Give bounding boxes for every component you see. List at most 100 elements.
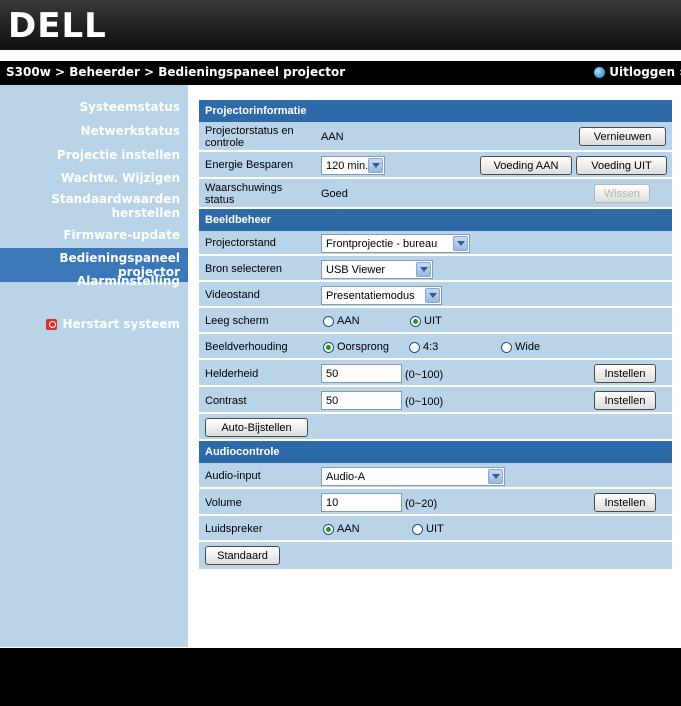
radio-dot: [323, 315, 334, 327]
sidebar-item-projection-setup[interactable]: Projectie instellen: [57, 148, 180, 162]
footer-bar: [0, 648, 681, 706]
video-mode-value: Presentatiemodus: [326, 289, 415, 302]
brightness-input[interactable]: 50: [321, 364, 402, 383]
refresh-button[interactable]: Vernieuwen: [579, 127, 666, 146]
aspect-43-label: 4:3: [423, 341, 439, 353]
video-mode-select[interactable]: Presentatiemodus: [321, 286, 442, 305]
aspect-wide-label: Wide: [515, 341, 541, 353]
sidebar-item-system-status[interactable]: Systeemstatus: [79, 100, 180, 114]
radio-dot: [323, 523, 334, 535]
status-label: Projectorstatus en controle: [205, 125, 294, 149]
radio-dot: [501, 341, 512, 353]
power-off-button[interactable]: Voeding UIT: [576, 156, 667, 175]
projector-mode-value: Frontprojectie - bureau: [326, 237, 438, 250]
sidebar-item-restore-defaults[interactable]: Standaardwaarden herstellen: [40, 192, 180, 220]
logout-link[interactable]: Uitloggen »: [594, 65, 681, 79]
source-label: Bron selecteren: [205, 263, 283, 275]
dell-logo: DELL: [8, 6, 107, 46]
speaker-on-label: AAN: [337, 523, 360, 535]
aspect-original-radio[interactable]: Oorsprong: [323, 341, 389, 353]
chevron-down-icon: [368, 158, 383, 173]
logout-label: Uitloggen »: [609, 65, 681, 79]
header-banner: DELL: [0, 0, 681, 50]
brightness-set-button[interactable]: Instellen: [594, 364, 656, 383]
radio-dot: [412, 523, 423, 535]
restart-label: Herstart systeem: [62, 317, 180, 331]
projector-mode-label: Projectorstand: [205, 237, 276, 249]
clear-button[interactable]: Wissen: [594, 184, 650, 203]
speaker-label: Luidspreker: [205, 523, 263, 535]
row-speaker: Luidspreker AAN UIT: [199, 516, 672, 542]
blank-on-radio[interactable]: AAN: [323, 315, 360, 327]
radio-dot: [323, 341, 334, 353]
source-select[interactable]: USB Viewer: [321, 260, 433, 279]
row-volume: Volume 10 (0~20) Instellen: [199, 489, 672, 516]
chevron-down-icon: [453, 236, 468, 251]
contrast-range: (0~100): [405, 396, 444, 408]
brightness-range: (0~100): [405, 369, 444, 381]
row-video-mode: Videostand Presentatiemodus: [199, 282, 672, 308]
sidebar-item-network-status[interactable]: Netwerkstatus: [81, 124, 180, 138]
warning-label: Waarschuwings status: [205, 182, 283, 206]
source-value: USB Viewer: [326, 263, 386, 276]
aspect-wide-radio[interactable]: Wide: [501, 341, 540, 353]
row-source-select: Bron selecteren USB Viewer: [199, 256, 672, 282]
section-projector-info: Projectorinformatie: [199, 100, 672, 122]
audio-input-label: Audio-input: [205, 470, 261, 482]
row-contrast: Contrast 50 (0~100) Instellen: [199, 387, 672, 414]
chevron-down-icon: [488, 469, 503, 484]
power-saving-label: Energie Besparen: [205, 159, 294, 171]
row-auto-adjust: Auto-Bijstellen: [199, 414, 672, 441]
speaker-off-label: UIT: [426, 523, 444, 535]
blank-off-label: UIT: [424, 315, 442, 327]
row-projector-mode: Projectorstand Frontprojectie - bureau: [199, 231, 672, 256]
power-saving-value: 120 min.: [326, 159, 369, 172]
control-panel: Projectorinformatie Projectorstatus en c…: [199, 100, 672, 569]
chevron-down-icon: [416, 262, 431, 277]
speaker-on-radio[interactable]: AAN: [323, 523, 360, 535]
audio-input-select[interactable]: Audio-A: [321, 467, 505, 486]
audio-input-value: Audio-A: [326, 470, 366, 483]
globe-icon: [594, 66, 606, 78]
projector-mode-select[interactable]: Frontprojectie - bureau: [321, 234, 470, 253]
section-audio-control: Audiocontrole: [199, 441, 672, 463]
volume-set-button[interactable]: Instellen: [594, 493, 656, 512]
volume-input[interactable]: 10: [321, 493, 402, 512]
sidebar-item-change-password[interactable]: Wachtw. Wijzigen: [61, 171, 180, 185]
blank-screen-label: Leeg scherm: [205, 315, 269, 327]
auto-adjust-button[interactable]: Auto-Bijstellen: [205, 418, 308, 437]
aspect-original-label: Oorsprong: [337, 341, 389, 353]
status-value: AAN: [321, 131, 344, 143]
contrast-set-button[interactable]: Instellen: [594, 391, 656, 410]
aspect-43-radio[interactable]: 4:3: [409, 341, 438, 353]
row-brightness: Helderheid 50 (0~100) Instellen: [199, 360, 672, 387]
sidebar-item-firmware-update[interactable]: Firmware-update: [63, 228, 180, 242]
volume-range: (0~20): [405, 498, 438, 510]
breadcrumb: S300w > Beheerder > Bedieningspaneel pro…: [6, 65, 346, 79]
default-button[interactable]: Standaard: [205, 546, 280, 565]
power-saving-select[interactable]: 120 min.: [321, 156, 385, 175]
row-warning-status: Waarschuwings status Goed Wissen: [199, 179, 672, 209]
video-mode-label: Videostand: [205, 289, 260, 301]
speaker-off-radio[interactable]: UIT: [412, 523, 444, 535]
volume-label: Volume: [205, 497, 242, 509]
row-projector-status: Projectorstatus en controle AAN Vernieuw…: [199, 122, 672, 152]
row-default: Standaard: [199, 542, 672, 569]
blank-on-label: AAN: [337, 315, 360, 327]
blank-off-radio[interactable]: UIT: [410, 315, 442, 327]
aspect-label: Beeldverhouding: [205, 341, 288, 353]
contrast-label: Contrast: [205, 395, 247, 407]
contrast-input[interactable]: 50: [321, 391, 402, 410]
row-audio-input: Audio-input Audio-A: [199, 463, 672, 489]
restart-system-link[interactable]: Herstart systeem: [46, 317, 180, 331]
warning-value: Goed: [321, 188, 348, 200]
power-icon: [46, 318, 58, 330]
power-on-button[interactable]: Voeding AAN: [480, 156, 572, 175]
sidebar: Systeemstatus Netwerkstatus Projectie in…: [0, 85, 188, 647]
brightness-label: Helderheid: [205, 368, 259, 380]
sidebar-item-alarm-settings[interactable]: Alarminstelling: [77, 274, 180, 288]
row-aspect-ratio: Beeldverhouding Oorsprong 4:3 Wide: [199, 334, 672, 360]
radio-dot: [409, 341, 420, 353]
radio-dot: [410, 315, 421, 327]
row-power-saving: Energie Besparen 120 min. Voeding AAN Vo…: [199, 152, 672, 179]
